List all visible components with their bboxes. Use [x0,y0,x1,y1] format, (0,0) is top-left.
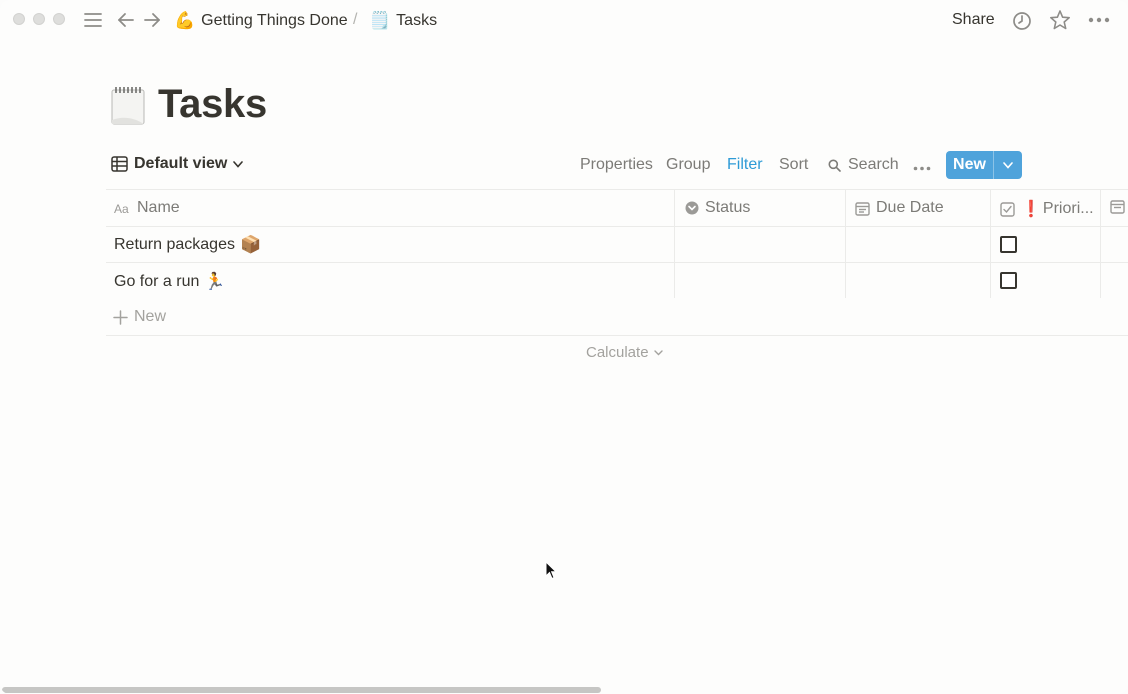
add-row-label: New [134,308,167,325]
column-label: Status [705,199,751,216]
calculate-label: Calculate [586,344,649,361]
column-header-status[interactable]: Status [685,199,750,217]
column-label: Name [137,199,180,216]
table-view-icon [111,156,128,172]
mouse-cursor-icon [545,561,557,580]
clock-icon[interactable] [1011,10,1032,31]
breadcrumb-workspace[interactable]: 💪 Getting Things Done [174,11,348,31]
breadcrumb-separator: / [353,11,358,28]
breadcrumb-page[interactable]: 🗒️ Tasks [369,11,437,31]
table-row[interactable]: Go for a run 🏃 [114,272,226,292]
horizontal-scrollbar[interactable] [0,686,1128,694]
row-divider [106,298,1128,299]
row-name: Go for a run [114,273,200,290]
table-top-border [106,189,1128,190]
new-dropdown-button[interactable] [994,151,1022,179]
minimize-window-button[interactable] [33,13,45,25]
add-row-button[interactable]: New [113,308,166,326]
checkbox-icon [1000,201,1015,217]
calculate-button[interactable]: Calculate [586,344,663,361]
column-divider [990,190,991,298]
arrow-right-icon[interactable] [142,10,162,30]
exclamation-icon: ❗ [1021,201,1041,218]
flexed-biceps-icon: 💪 [174,11,196,31]
page-title-text[interactable]: Tasks [158,82,267,127]
plus-icon [113,309,128,325]
runner-icon: 🏃 [204,272,226,292]
priority-checkbox[interactable] [1000,272,1017,289]
column-header-priority[interactable]: ❗ Priori... [1000,199,1094,219]
more-options-icon[interactable] [913,158,931,176]
table-row[interactable]: Return packages 📦 [114,235,261,255]
zoom-window-button[interactable] [53,13,65,25]
search-button[interactable]: Search [828,156,899,174]
sort-button[interactable]: Sort [779,156,808,174]
column-header-name[interactable]: Aa Name [114,199,180,217]
hamburger-menu-icon[interactable] [83,10,103,30]
new-button-group: New [946,151,1022,179]
package-icon: 📦 [239,235,262,255]
table-bottom-border [106,335,1128,336]
properties-button[interactable]: Properties [580,156,653,174]
column-divider [674,190,675,298]
text-aa-icon: Aa [114,202,129,214]
view-selector[interactable]: Default view [111,155,244,173]
column-label: Due Date [876,199,944,216]
column-label: Priori... [1042,200,1094,217]
calendar-icon [1110,200,1125,214]
new-button[interactable]: New [946,151,994,179]
close-window-button[interactable] [13,13,25,25]
top-bar: 💪 Getting Things Done / 🗒️ Tasks Share [0,0,1128,42]
scrollbar-thumb[interactable] [2,687,601,693]
search-label: Search [848,156,899,173]
status-icon [685,201,699,215]
view-name: Default view [134,155,228,172]
header-bottom-border [106,226,1128,227]
chevron-down-icon [653,349,663,355]
column-divider [1100,190,1101,298]
filter-button[interactable]: Filter [727,156,763,174]
search-icon [828,159,841,172]
share-button[interactable]: Share [952,11,995,29]
column-header-next[interactable] [1110,199,1125,214]
column-header-due-date[interactable]: Due Date [855,199,944,217]
group-button[interactable]: Group [666,156,710,174]
priority-checkbox[interactable] [1000,236,1017,253]
page-title: Tasks [110,82,267,127]
breadcrumb-label: Tasks [396,12,438,29]
notepad-icon[interactable] [110,84,148,126]
more-horizontal-icon[interactable] [1088,10,1110,30]
arrow-left-icon[interactable] [116,10,136,30]
breadcrumb-label: Getting Things Done [201,12,348,29]
row-name: Return packages [114,236,235,253]
notepad-icon: 🗒️ [369,11,391,31]
chevron-down-icon [233,160,244,168]
svg-text:Aa: Aa [114,202,129,214]
row-divider [106,262,1128,263]
star-icon[interactable] [1049,9,1071,31]
chevron-down-icon [1003,161,1013,169]
app-window: 💪 Getting Things Done / 🗒️ Tasks Share T… [0,0,1128,694]
column-divider [845,190,846,298]
calendar-icon [855,201,870,216]
